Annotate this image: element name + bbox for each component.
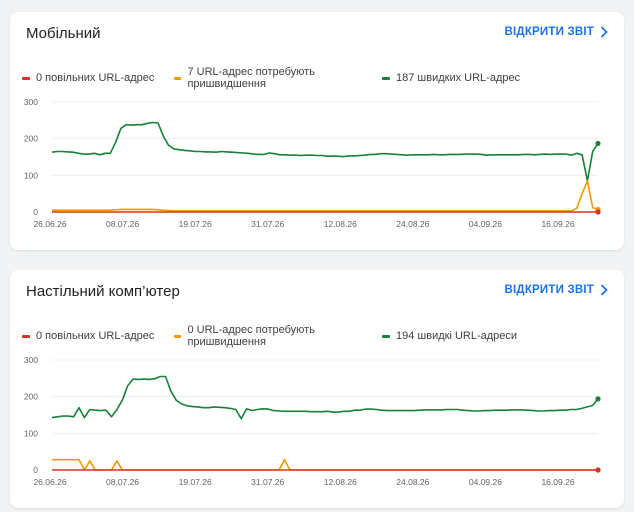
- series-end-point: [595, 140, 601, 147]
- x-tick-label: 04.09.26: [469, 477, 502, 487]
- legend-swatch: [174, 76, 182, 80]
- series-line: [51, 375, 599, 420]
- legend-swatch: [22, 76, 30, 80]
- series-line: [51, 121, 599, 182]
- card-title: Настільний комп’ютер: [26, 283, 180, 300]
- x-tick-label: 19.07.26: [179, 477, 212, 487]
- chevron-right-icon: [600, 26, 608, 38]
- series-end-point: [595, 209, 601, 215]
- legend-label: 0 повільних URL-адрес: [36, 72, 155, 84]
- y-tick-label: 300: [24, 97, 38, 107]
- series-end-point: [595, 467, 601, 473]
- x-tick-label: 12.08.26: [324, 477, 357, 487]
- open-report-label: ВІДКРИТИ ЗВІТ: [504, 284, 594, 296]
- legend-swatch: [382, 76, 390, 80]
- series-line: [52, 458, 598, 471]
- y-tick-label: 300: [24, 355, 38, 365]
- legend-label: 0 повільних URL-адрес: [36, 330, 155, 342]
- series-line: [52, 180, 599, 212]
- y-tick-label: 200: [24, 392, 38, 402]
- x-tick-label: 24.08.26: [396, 477, 429, 487]
- y-tick-label: 0: [33, 465, 38, 475]
- legend-swatch: [22, 334, 30, 338]
- desktop-card: Настільний комп’ютер ВІДКРИТИ ЗВІТ 0 пов…: [10, 270, 624, 508]
- x-tick-label: 19.07.26: [179, 219, 212, 229]
- x-tick-label: 24.08.26: [396, 219, 429, 229]
- y-tick-label: 100: [24, 170, 38, 180]
- x-tick-label: 26.06.26: [33, 477, 66, 487]
- y-tick-label: 0: [33, 207, 38, 217]
- x-tick-label: 04.09.26: [469, 219, 502, 229]
- desktop-line-chart: 0 100 200 300 26.06.26 08.07.26 19.07.26 31.07.…: [24, 355, 601, 487]
- x-tick-label: 16.09.26: [541, 219, 574, 229]
- x-tick-label: 26.06.26: [33, 219, 66, 229]
- x-tick-label: 31.07.26: [251, 219, 284, 229]
- card-title: Мобільний: [26, 25, 101, 42]
- legend-label: 194 швидкі URL-адреси: [396, 330, 518, 342]
- open-report-link[interactable]: ВІДКРИТИ ЗВІТ: [505, 284, 608, 296]
- x-tick-label: 16.09.26: [541, 477, 574, 487]
- x-tick-label: 08.07.26: [106, 477, 139, 487]
- legend-swatch: [174, 334, 182, 338]
- mobile-card: Мобільний ВІДКРИТИ ЗВІТ 0 повільних URL-…: [10, 12, 624, 250]
- x-tick-label: 08.07.26: [106, 219, 139, 229]
- y-tick-label: 200: [24, 134, 38, 144]
- x-tick-label: 31.07.26: [251, 477, 284, 487]
- y-tick-label: 100: [24, 428, 38, 438]
- legend-label: 187 швидких URL-адрес: [396, 72, 521, 84]
- legend-swatch: [382, 334, 390, 338]
- mobile-line-chart: 0 100 200 300 26.06.26 08.07.26 19.07.26 31.07.…: [24, 97, 601, 229]
- series-end-point: [595, 396, 601, 402]
- x-tick-label: 12.08.26: [324, 219, 357, 229]
- open-report-label: ВІДКРИТИ ЗВІТ: [504, 26, 594, 38]
- open-report-link[interactable]: ВІДКРИТИ ЗВІТ: [505, 26, 608, 38]
- chevron-right-icon: [600, 284, 608, 296]
